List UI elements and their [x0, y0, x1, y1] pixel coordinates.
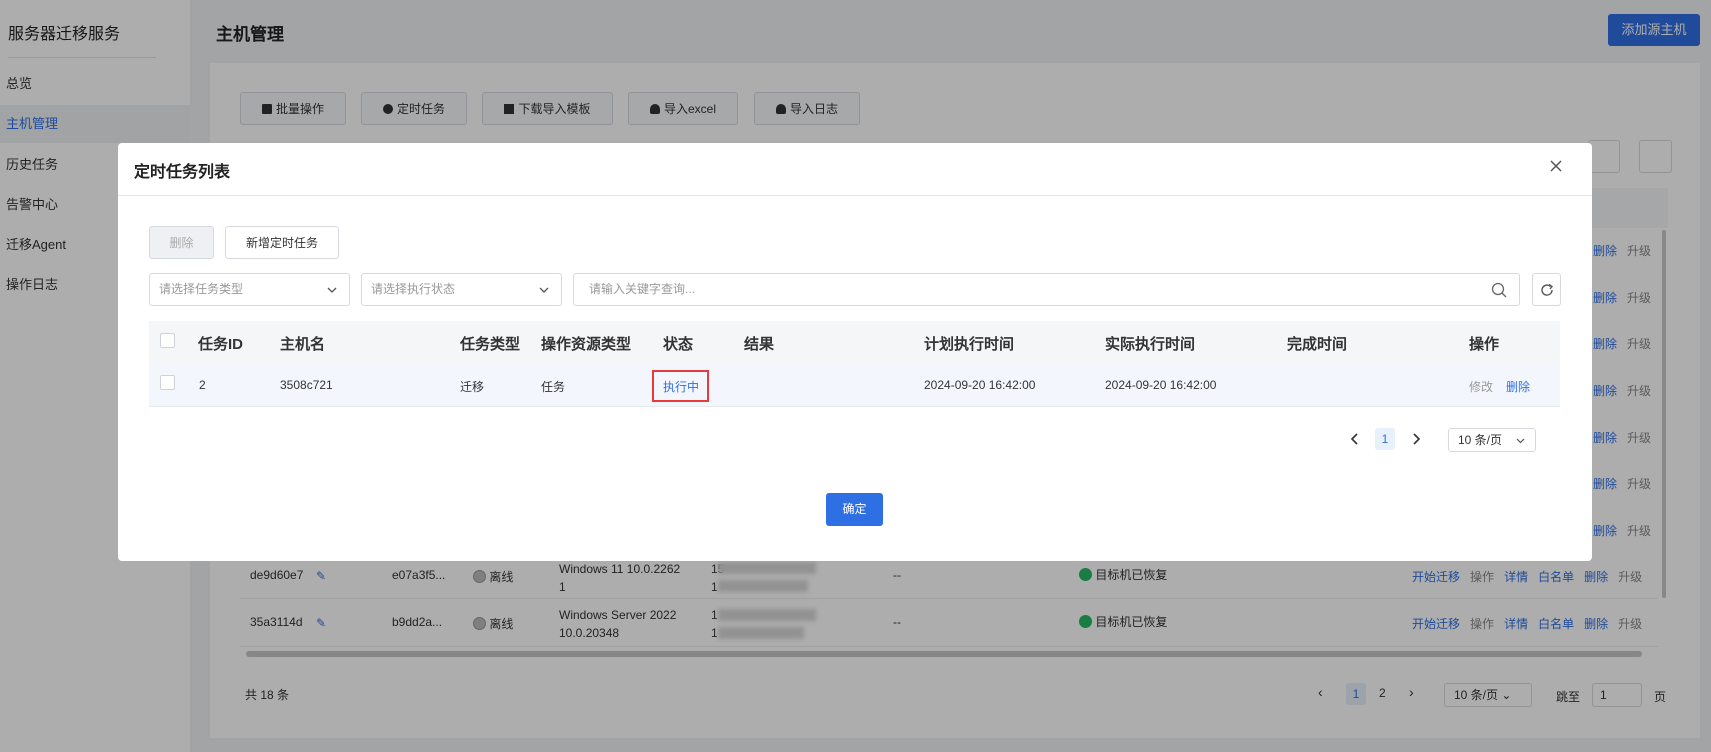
column-finished-time: 完成时间: [1287, 336, 1348, 353]
table-row: [149, 363, 1560, 407]
edit-task-link[interactable]: 修改: [1469, 378, 1493, 395]
delete-button[interactable]: 删除: [149, 226, 214, 259]
modal-page-size-value: 10 条/页: [1458, 433, 1503, 447]
task-resource-type: 任务: [541, 380, 566, 394]
task-actual-time: 2024-09-20 16:42:00: [1105, 378, 1217, 392]
column-actions: 操作: [1469, 336, 1500, 353]
next-page-icon[interactable]: [1411, 432, 1421, 446]
task-table-header: [149, 321, 1560, 363]
row-checkbox[interactable]: [160, 375, 175, 390]
exec-status-select[interactable]: 请选择执行状态: [361, 273, 562, 306]
task-type-select[interactable]: 请选择任务类型: [149, 273, 350, 306]
keyword-search-input[interactable]: 请输入关键字查询...: [573, 273, 1520, 306]
confirm-button[interactable]: 确定: [826, 493, 883, 526]
modal-title: 定时任务列表: [134, 164, 231, 181]
search-placeholder: 请输入关键字查询...: [589, 282, 696, 296]
chevron-down-icon: [1516, 438, 1525, 444]
column-result: 结果: [744, 336, 775, 353]
column-task-type: 任务类型: [460, 336, 521, 353]
task-type-placeholder: 请选择任务类型: [159, 282, 244, 296]
add-scheduled-task-button[interactable]: 新增定时任务: [225, 226, 339, 259]
modal-divider: [118, 195, 1592, 196]
close-icon[interactable]: [1548, 158, 1564, 174]
task-host: 3508c721: [280, 378, 333, 392]
column-actual-time: 实际执行时间: [1105, 336, 1196, 353]
exec-status-placeholder: 请选择执行状态: [371, 282, 456, 296]
refresh-icon: [1541, 283, 1554, 296]
column-resource-type: 操作资源类型: [541, 336, 632, 353]
column-host-name: 主机名: [280, 336, 326, 353]
delete-task-link[interactable]: 删除: [1506, 378, 1530, 395]
modal-page-1-button[interactable]: 1: [1375, 428, 1395, 450]
task-id: 2: [199, 378, 206, 392]
task-planned-time: 2024-09-20 16:42:00: [924, 378, 1036, 392]
chevron-down-icon: [327, 287, 337, 293]
modal-page-size-select[interactable]: 10 条/页: [1448, 428, 1536, 452]
prev-page-icon[interactable]: [1350, 432, 1360, 446]
task-type: 迁移: [460, 380, 485, 394]
column-planned-time: 计划执行时间: [924, 336, 1015, 353]
search-icon[interactable]: [1491, 282, 1507, 298]
select-all-checkbox[interactable]: [160, 333, 175, 348]
column-task-id: 任务ID: [198, 336, 244, 353]
column-status: 状态: [663, 336, 694, 353]
refresh-button[interactable]: [1532, 273, 1561, 306]
chevron-down-icon: [539, 287, 549, 293]
status-highlight-box: [652, 370, 709, 402]
